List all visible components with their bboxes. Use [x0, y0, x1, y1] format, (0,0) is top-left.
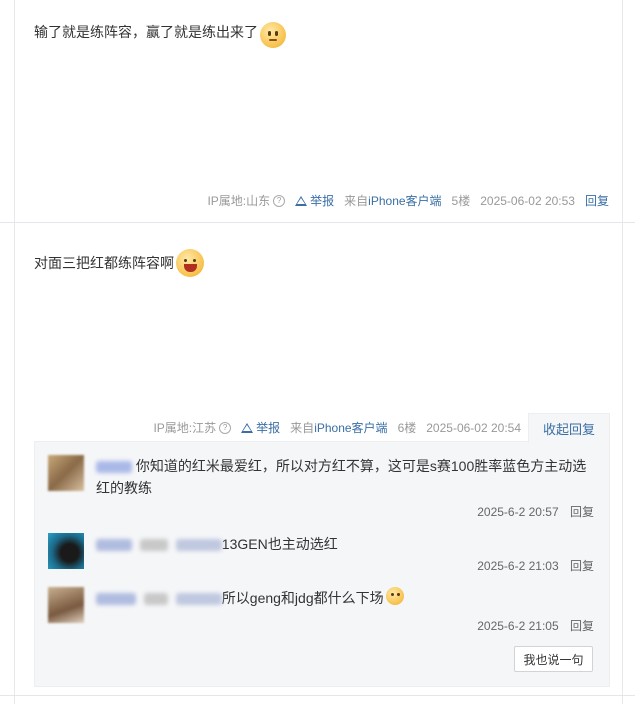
post-border-right [622, 0, 623, 704]
smug-face-emoji [260, 22, 286, 48]
reply-item: 所以geng和jdg都什么下场 2025-6-2 21:05 回复 [48, 587, 598, 637]
reply-meta: 2025-6-2 21:03 回复 [477, 557, 594, 574]
reply-link[interactable]: 回复 [570, 505, 594, 519]
post-meta: IP属地:江苏 ? 举报 来自iPhone客户端 6楼 2025-06-02 2… [153, 419, 521, 436]
blurred-mention [143, 593, 168, 606]
from-label: 来自iPhone客户端 [344, 194, 442, 208]
reply-link[interactable]: 回复 [570, 559, 594, 573]
post-text: 输了就是练阵容，赢了就是练出来了 [34, 24, 258, 40]
help-icon[interactable]: ? [219, 421, 232, 434]
floor-divider [0, 222, 635, 223]
blurred-mention [139, 539, 168, 552]
reply-text: 13GEN也主动选红 [221, 536, 338, 552]
blurred-mention [175, 539, 222, 552]
floor-divider [0, 695, 635, 696]
reply-content: 你知道的红米最爱红，所以对方红不算，这可是s赛100胜率蓝色方主动选红的教练 [96, 455, 596, 499]
reply-text: 所以geng和jdg都什么下场 [221, 590, 384, 606]
post-time: 2025-06-02 20:53 [480, 193, 575, 208]
reply-time: 2025-6-2 21:05 [477, 619, 559, 633]
floor-number: 5楼 [451, 194, 471, 208]
floor-number: 6楼 [397, 421, 417, 435]
warning-icon [295, 195, 308, 206]
reply-meta: 2025-6-2 21:05 回复 [477, 617, 594, 634]
post-border-left [14, 0, 15, 704]
laughing-face-emoji [176, 249, 204, 277]
warning-icon [241, 422, 254, 433]
reply-item: 你知道的红米最爱红，所以对方红不算，这可是s赛100胜率蓝色方主动选红的教练 2… [48, 455, 598, 525]
reply-time: 2025-6-2 21:03 [477, 559, 559, 573]
collapse-replies-button[interactable]: 收起回复 [528, 413, 610, 443]
report-link[interactable]: 举报 [295, 192, 334, 209]
from-label: 来自iPhone客户端 [290, 421, 388, 435]
ip-location: IP属地:山东 [207, 194, 271, 208]
blurred-mention [175, 593, 222, 606]
avatar[interactable] [48, 533, 84, 569]
reply-text: 你知道的红米最爱红，所以对方红不算，这可是s赛100胜率蓝色方主动选红的教练 [96, 458, 587, 496]
thinking-face-emoji [385, 587, 404, 605]
say-something-button[interactable]: 我也说一句 [514, 646, 593, 672]
post-text: 对面三把红都练阵容啊 [34, 255, 174, 271]
username[interactable] [96, 593, 136, 606]
post-time: 2025-06-02 20:54 [426, 420, 521, 435]
reply-link[interactable]: 回复 [570, 619, 594, 633]
username[interactable] [96, 461, 132, 474]
avatar[interactable] [48, 587, 84, 623]
reply-content: 13GEN也主动选红 [96, 533, 596, 555]
post-meta: IP属地:山东 ? 举报 来自iPhone客户端 5楼 2025-06-02 2… [207, 192, 609, 209]
client-link[interactable]: iPhone客户端 [314, 421, 387, 435]
username[interactable] [96, 539, 132, 552]
report-link[interactable]: 举报 [241, 419, 280, 436]
reply-content: 所以geng和jdg都什么下场 [96, 587, 596, 609]
reply-meta: 2025-6-2 20:57 回复 [477, 503, 594, 520]
help-icon[interactable]: ? [273, 194, 286, 207]
ip-location: IP属地:江苏 [153, 421, 217, 435]
client-link[interactable]: iPhone客户端 [368, 194, 441, 208]
avatar[interactable] [48, 455, 84, 491]
reply-link[interactable]: 回复 [585, 192, 609, 209]
post-content: 对面三把红都练阵容啊 [34, 243, 204, 277]
post-content: 输了就是练阵容，赢了就是练出来了 [34, 16, 286, 48]
reply-item: 13GEN也主动选红 2025-6-2 21:03 回复 [48, 533, 598, 573]
reply-time: 2025-6-2 20:57 [477, 505, 559, 519]
